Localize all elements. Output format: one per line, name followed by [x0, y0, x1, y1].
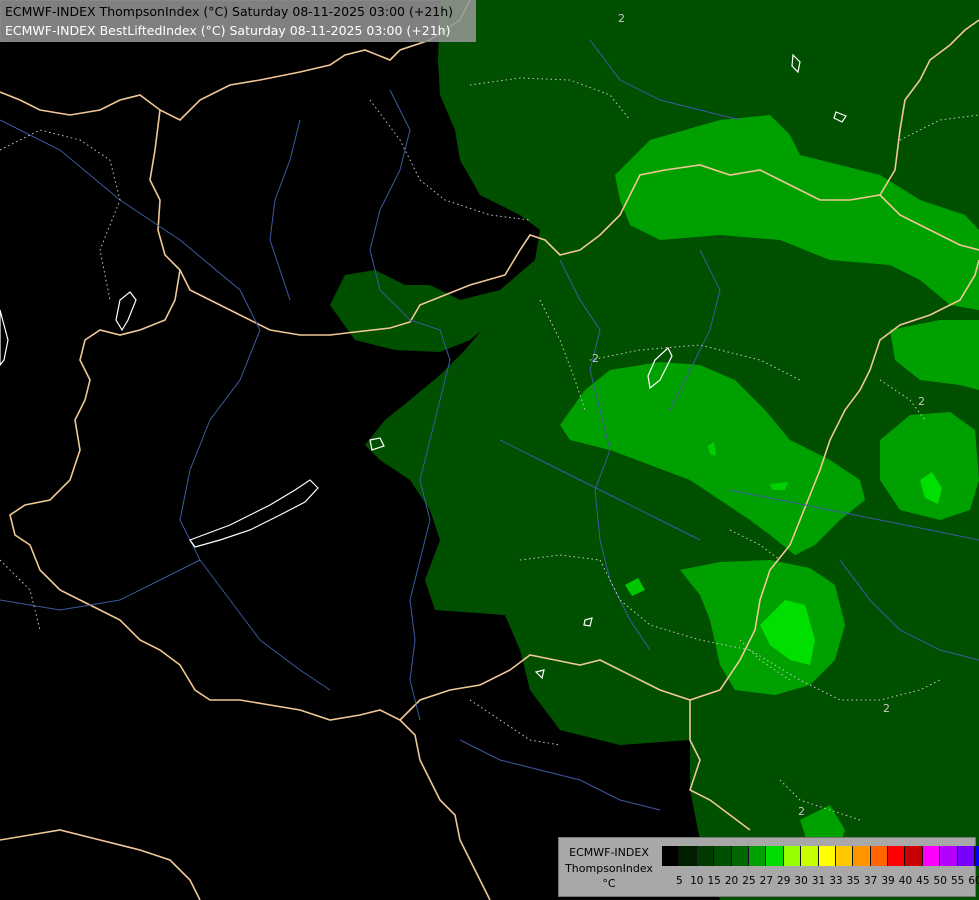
- legend-unit-label: °C: [602, 877, 616, 890]
- legend-swatch: [835, 846, 854, 866]
- legend-tick-label: 55: [950, 875, 965, 887]
- legend-tick-label: 10: [690, 875, 704, 887]
- legend-swatch: [818, 846, 836, 866]
- legend-tick-label: 31: [811, 875, 826, 887]
- map-title-primary: ECMWF-INDEX ThompsonIndex (°C) Saturday …: [5, 4, 454, 19]
- legend-swatch: [748, 846, 767, 866]
- legend-swatch: [957, 846, 976, 866]
- legend-swatch: [679, 846, 697, 866]
- legend-swatch: [801, 846, 819, 866]
- legend-tick-label: 25: [742, 875, 756, 887]
- legend-tick-label: 30: [794, 875, 808, 887]
- legend-tick-label: 29: [777, 875, 791, 887]
- contour-label: 2: [618, 12, 625, 25]
- legend-tick-label: 40: [898, 875, 913, 887]
- color-legend: ECMWF-INDEX ThompsonIndex °C 5 10 15 20 25 27…: [558, 837, 979, 897]
- legend-tick-label: 37: [863, 875, 878, 887]
- weather-map: 2 2 2 2 2: [0, 0, 979, 900]
- legend-tick-label: 15: [707, 875, 721, 887]
- legend-swatch: [696, 846, 715, 866]
- legend-model-label: ECMWF-INDEX: [569, 846, 649, 859]
- legend-ticks: 5 10 15 20 25 27 29 30 31 33 35 37 39 40 45 50 55 60: [662, 875, 979, 887]
- legend-swatches: [662, 846, 979, 866]
- legend-swatch: [888, 846, 906, 866]
- legend-tick-label: 33: [829, 875, 843, 887]
- legend-tick-label: 5: [676, 875, 683, 887]
- legend-tick-label: 45: [916, 875, 930, 887]
- legend-tick-label: 50: [933, 875, 947, 887]
- legend-swatch: [766, 846, 784, 866]
- legend-tick-label: 39: [881, 875, 895, 887]
- legend-swatch: [714, 846, 732, 866]
- legend-swatch: [922, 846, 941, 866]
- legend-index-label: ThompsonIndex: [565, 862, 653, 875]
- contour-label: 2: [883, 702, 890, 715]
- legend-tick-label: 20: [724, 875, 739, 887]
- map-title-box: ECMWF-INDEX ThompsonIndex (°C) Saturday …: [0, 0, 476, 42]
- legend-swatch: [783, 846, 802, 866]
- legend-swatch: [905, 846, 923, 866]
- legend-tick-label: 35: [846, 875, 860, 887]
- legend-swatch: [940, 846, 958, 866]
- legend-tick-label: 27: [759, 875, 774, 887]
- contour-label: 2: [798, 805, 805, 818]
- legend-swatch: [662, 846, 680, 866]
- contour-label: 2: [592, 352, 599, 365]
- map-title-secondary: ECMWF-INDEX BestLiftedIndex (°C) Saturda…: [5, 23, 451, 38]
- legend-swatch: [870, 846, 889, 866]
- legend-tick-label: 60: [968, 875, 979, 887]
- legend-swatch: [853, 846, 871, 866]
- legend-swatch: [731, 846, 749, 866]
- legend-swatch: [975, 846, 979, 866]
- contour-label: 2: [918, 395, 925, 408]
